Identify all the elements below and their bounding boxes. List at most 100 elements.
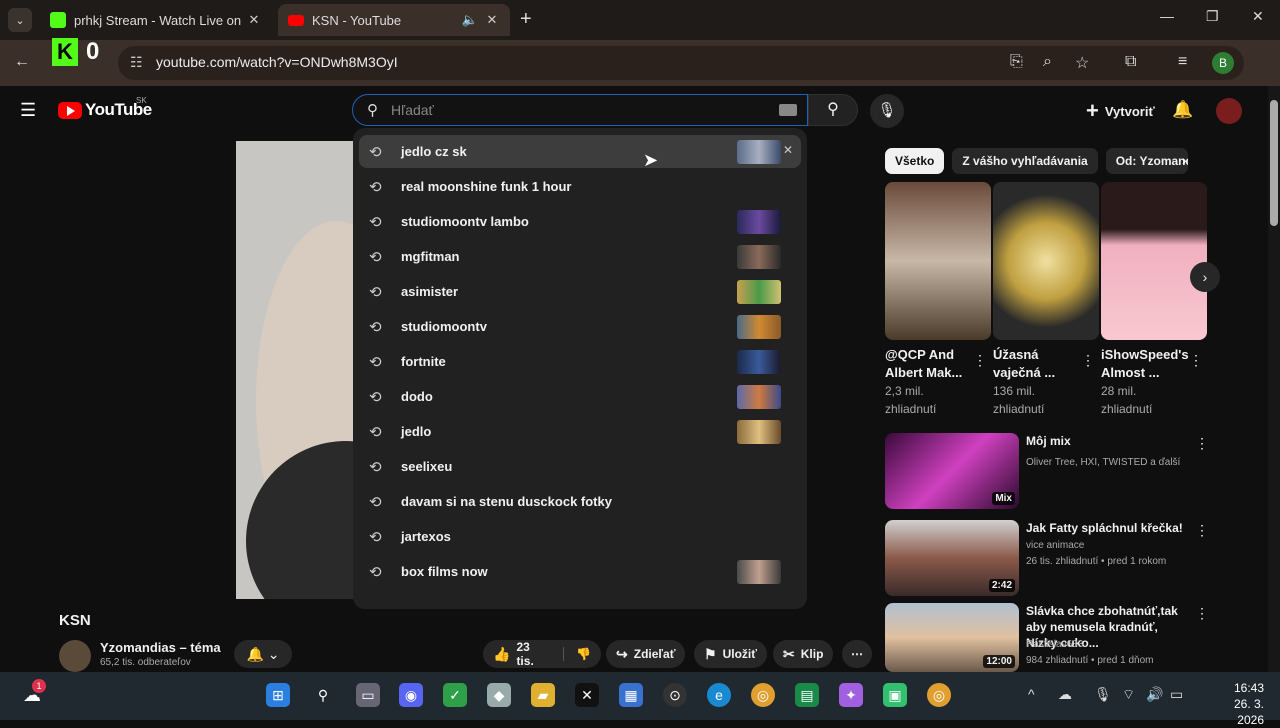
- chevron-right-icon[interactable]: ›: [1182, 152, 1187, 168]
- copilot-icon[interactable]: ✦: [839, 683, 863, 707]
- thumbs-down-icon[interactable]: 👎: [563, 647, 591, 661]
- chrome-icon[interactable]: ◎: [751, 683, 775, 707]
- notifications-bell-icon[interactable]: 🔔: [1172, 100, 1193, 120]
- zoom-icon[interactable]: ⌕: [1043, 53, 1052, 71]
- chip-from-channel[interactable]: Od: Yzomandia: [1105, 148, 1188, 174]
- share-button[interactable]: ↪ Zdieľať: [606, 640, 686, 668]
- clip-label: Klip: [800, 647, 824, 661]
- close-tab-icon[interactable]: ✕: [244, 12, 264, 28]
- new-tab-button[interactable]: +: [520, 8, 532, 31]
- short-card[interactable]: iShowSpeed's Almost ... 28 mil. zhliadnu…: [1101, 182, 1207, 418]
- keyboard-icon[interactable]: [779, 104, 797, 116]
- more-options-icon[interactable]: ⋮: [1195, 522, 1209, 539]
- suggestion-item[interactable]: ⟲ jedlo cz sk ✕: [359, 135, 801, 168]
- account-avatar[interactable]: [1216, 98, 1242, 124]
- suggestion-item[interactable]: ⟲ dodo: [359, 380, 801, 413]
- suggestion-item[interactable]: ⟲ real moonshine funk 1 hour: [359, 170, 801, 203]
- tab-search-button[interactable]: ⌄: [8, 8, 32, 32]
- suggestion-thumbnail: [737, 244, 781, 269]
- shield-icon[interactable]: ✓: [443, 683, 467, 707]
- suggestion-item[interactable]: ⟲ studiomoontv lambo: [359, 205, 801, 238]
- channel-avatar[interactable]: [59, 640, 91, 672]
- app-icon[interactable]: ⊙: [663, 683, 687, 707]
- suggestion-item[interactable]: ⟲ seelixeu: [359, 450, 801, 483]
- recommended-video[interactable]: 12:00 Slávka chce zbohatnúť,tak aby nemu…: [885, 603, 1215, 672]
- windows-start-icon[interactable]: ⊞: [266, 683, 290, 707]
- notification-bell-button[interactable]: 🔔 ⌄: [234, 640, 292, 668]
- tab-audio-icon[interactable]: 🔈: [460, 12, 480, 28]
- suggestion-item[interactable]: ⟲ asimister: [359, 275, 801, 308]
- short-views: 2,3 mil. zhliadnutí: [885, 384, 937, 416]
- create-button[interactable]: + Vytvoriť: [1086, 94, 1155, 128]
- edge-icon[interactable]: e: [707, 683, 731, 707]
- app-icon[interactable]: ◆: [487, 683, 511, 707]
- video-channel: Rastislav633: [1026, 639, 1084, 650]
- recommended-video[interactable]: 2:42 Jak Fatty spláchnul křečka! vice an…: [885, 520, 1215, 596]
- tab-youtube[interactable]: KSN - YouTube 🔈 ✕: [278, 4, 510, 36]
- country-code: SK: [136, 96, 147, 105]
- suggestion-item[interactable]: ⟲ box films now: [359, 555, 801, 588]
- minimize-button[interactable]: —: [1160, 8, 1174, 24]
- search-input[interactable]: ⚲ Hľadať: [352, 94, 808, 126]
- install-app-icon[interactable]: ⎘: [1010, 53, 1023, 71]
- back-arrow-icon[interactable]: ←: [14, 53, 30, 71]
- spreadsheet-icon[interactable]: ▤: [795, 683, 819, 707]
- volume-icon[interactable]: 🔊: [1146, 686, 1163, 703]
- task-view-icon[interactable]: ▭: [356, 683, 380, 707]
- profile-avatar[interactable]: B: [1212, 52, 1234, 74]
- remove-suggestion-icon[interactable]: ✕: [783, 143, 793, 157]
- more-options-icon[interactable]: ⋮: [1081, 352, 1095, 369]
- restore-button[interactable]: ❐: [1206, 8, 1219, 25]
- scrollbar-thumb[interactable]: [1270, 100, 1278, 226]
- suggestion-text: jedlo: [401, 424, 432, 439]
- suggestion-item[interactable]: ⟲ fortnite: [359, 345, 801, 378]
- more-actions-button[interactable]: ⋯: [842, 640, 872, 668]
- app-icon[interactable]: ▣: [883, 683, 907, 707]
- tray-overflow-icon[interactable]: ^: [1028, 686, 1035, 702]
- chip-from-search[interactable]: Z vášho vyhľadávania: [952, 148, 1098, 174]
- short-card[interactable]: @QCP And Albert Mak... 2,3 mil. zhliadnu…: [885, 182, 991, 418]
- search-icon[interactable]: ⚲: [311, 683, 335, 707]
- microsoft-store-icon[interactable]: ▦: [619, 683, 643, 707]
- extensions-icon[interactable]: ⧉: [1125, 53, 1136, 71]
- wifi-icon[interactable]: ⌔: [1122, 686, 1135, 704]
- video-player[interactable]: [236, 141, 354, 599]
- clip-button[interactable]: ✂ Klip: [773, 640, 834, 668]
- suggestion-item[interactable]: ⟲ jedlo: [359, 415, 801, 448]
- hamburger-menu-icon[interactable]: ☰: [20, 100, 36, 121]
- more-options-icon[interactable]: ⋮: [973, 352, 987, 369]
- system-clock[interactable]: 16:43 26. 3. 2026: [1204, 680, 1264, 728]
- site-info-icon[interactable]: ☷: [130, 54, 143, 71]
- short-card[interactable]: Úžasná vaječná ... 136 mil. zhliadnutí ⋮: [993, 182, 1099, 418]
- youtube-logo[interactable]: YouTube SK: [58, 96, 152, 120]
- suggestion-item[interactable]: ⟲ studiomoontv: [359, 310, 801, 343]
- close-window-button[interactable]: ✕: [1252, 8, 1264, 25]
- shorts-next-button[interactable]: ›: [1190, 262, 1220, 292]
- media-controls-icon[interactable]: ≡: [1178, 53, 1187, 71]
- bookmark-star-icon[interactable]: ☆: [1075, 53, 1089, 73]
- more-options-icon[interactable]: ⋮: [1195, 435, 1209, 452]
- chip-all[interactable]: Všetko: [885, 148, 945, 174]
- channel-name[interactable]: Yzomandias – téma: [100, 640, 221, 655]
- microphone-tray-icon[interactable]: 🎙: [1094, 686, 1112, 703]
- url-text[interactable]: youtube.com/watch?v=ONDwh8M3OyI: [156, 54, 398, 70]
- more-options-icon[interactable]: ⋮: [1195, 605, 1209, 622]
- search-button[interactable]: ⚲: [808, 94, 858, 126]
- microphone-icon[interactable]: 🎙: [870, 94, 904, 128]
- suggestion-item[interactable]: ⟲ jartexos: [359, 520, 801, 553]
- tab-kick-stream[interactable]: prhkj Stream - Watch Live on K ✕: [40, 4, 272, 36]
- page-scrollbar[interactable]: [1268, 86, 1280, 672]
- suggestion-item[interactable]: ⟲ mgfitman: [359, 240, 801, 273]
- file-explorer-icon[interactable]: ▰: [531, 683, 555, 707]
- save-button[interactable]: ⚑ Uložiť: [694, 640, 767, 668]
- battery-icon[interactable]: ▭: [1170, 686, 1183, 703]
- recommended-video[interactable]: Mix Môj mix Oliver Tree, HXI, TWISTED a …: [885, 433, 1215, 509]
- suggestion-item[interactable]: ⟲ davam si na stenu dusckock fotky: [359, 485, 801, 518]
- capcut-icon[interactable]: ✕: [575, 683, 599, 707]
- more-options-icon[interactable]: ⋮: [1189, 352, 1203, 369]
- discord-icon[interactable]: ◉: [399, 683, 423, 707]
- chrome-profile-icon[interactable]: ◎: [927, 683, 951, 707]
- like-button[interactable]: 👍 23 tis. 👎: [483, 640, 601, 668]
- cloud-icon[interactable]: ☁: [1058, 686, 1072, 703]
- close-tab-icon[interactable]: ✕: [482, 12, 502, 28]
